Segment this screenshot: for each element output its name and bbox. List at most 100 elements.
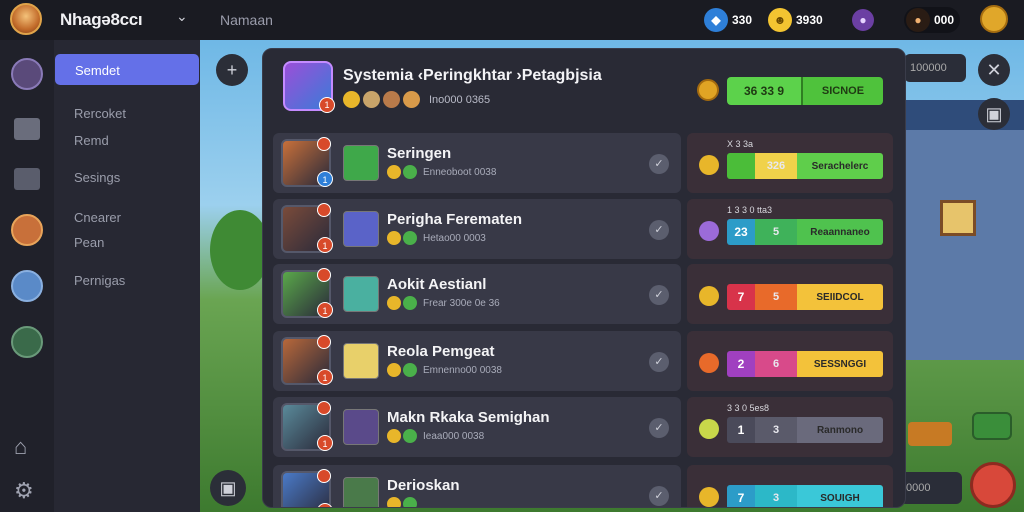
- reward-icon[interactable]: [972, 412, 1012, 440]
- player-name: Makn Rkaka Semighan: [387, 409, 550, 426]
- reward-count: 7: [727, 485, 755, 507]
- reward-value: 5: [755, 219, 797, 245]
- tree-decoration: [210, 210, 270, 290]
- reward-card[interactable]: 3 3 0 5es8 1 3 Ranmono: [687, 397, 893, 457]
- leaf-icon: [403, 429, 417, 443]
- token-currency[interactable]: ● 000: [904, 7, 961, 33]
- header-claim-bar[interactable]: 36 33 9 SICNOE: [727, 77, 883, 105]
- mail-icon[interactable]: [14, 168, 40, 190]
- sidebar-item[interactable]: Remd: [74, 133, 109, 148]
- action-fab-button[interactable]: [970, 462, 1016, 508]
- player-meta: Hetao00 0003: [423, 232, 486, 244]
- check-icon[interactable]: ✓: [649, 154, 669, 174]
- leaf-icon: [403, 231, 417, 245]
- guild-icon[interactable]: [11, 326, 43, 358]
- check-icon[interactable]: ✓: [649, 352, 669, 372]
- reward-value: 3: [755, 485, 797, 507]
- icon-rail: ⌂ ⚙: [0, 40, 54, 512]
- reward-count: 7: [727, 284, 755, 310]
- friend-avatar-icon[interactable]: [11, 270, 43, 302]
- reward-bar[interactable]: 7 3 SOUIGH: [727, 485, 883, 507]
- home-icon[interactable]: ⌂: [14, 434, 27, 460]
- player-meta: Enneoboot 0038: [423, 166, 497, 178]
- sidebar-item[interactable]: Rercoket: [74, 106, 126, 121]
- header-meta: Ino000 0365: [429, 93, 491, 106]
- check-icon[interactable]: ✓: [649, 486, 669, 506]
- reward-gem-icon: [699, 419, 719, 439]
- reward-count: 2: [727, 351, 755, 377]
- ranking-row[interactable]: 1 Reola Pemgeat Emnenno00 0038 ✓: [273, 331, 681, 391]
- reward-card[interactable]: 2 6 SESSNGGI: [687, 331, 893, 391]
- header-bar-value: 36 33 9: [727, 77, 801, 105]
- trash-icon[interactable]: ▣: [978, 98, 1010, 130]
- check-icon[interactable]: ✓: [649, 285, 669, 305]
- leaf-icon: [403, 165, 417, 179]
- sidebar-item[interactable]: Sesings: [74, 170, 120, 185]
- potion-icon: ●: [852, 9, 874, 31]
- hero-thumbnail: [343, 343, 379, 379]
- reward-count: 23: [727, 219, 755, 245]
- add-button[interactable]: +: [216, 54, 248, 86]
- chevron-down-icon[interactable]: ⌄: [176, 8, 188, 25]
- gear-icon[interactable]: ⚙: [14, 478, 34, 504]
- ranking-row[interactable]: 1Derioskan✓: [273, 465, 681, 507]
- coin-icon: [387, 429, 401, 443]
- sidebar-item[interactable]: Cnearer: [74, 210, 121, 225]
- potion-currency[interactable]: ●: [852, 7, 878, 33]
- reward-gem-icon: [699, 221, 719, 241]
- rank-badge: 1: [317, 302, 333, 318]
- pin-icon[interactable]: ✕: [978, 54, 1010, 86]
- game-info-pill[interactable]: 100000: [904, 54, 966, 82]
- coin-icon: [387, 363, 401, 377]
- reward-card[interactable]: 1 3 3 0 tta3 23 5 Reaannaneo: [687, 199, 893, 259]
- house-decoration: [900, 130, 1024, 360]
- reward-bar[interactable]: 23 5 Reaannaneo: [727, 219, 883, 245]
- reward-label: Ranmono: [797, 417, 883, 443]
- reward-bar[interactable]: 326 Serachelerc: [727, 153, 883, 179]
- reward-value: 5: [755, 284, 797, 310]
- reward-caption: X 3 3a: [727, 139, 754, 149]
- sign-decoration: [908, 422, 952, 446]
- ranking-row[interactable]: 1 Perigha Ferematen Hetao00 0003 ✓: [273, 199, 681, 259]
- gold-currency[interactable]: ☻ 3930: [768, 7, 823, 33]
- player-avatar[interactable]: [10, 3, 42, 35]
- gem-value: 330: [732, 13, 753, 27]
- rank-badge: 1: [317, 369, 333, 385]
- sidebar-item-active[interactable]: Semdet: [55, 54, 199, 85]
- coin-icon: [343, 91, 360, 108]
- document-icon[interactable]: [14, 118, 40, 140]
- reward-caption: 3 3 0 5es8: [727, 403, 770, 413]
- player-stats: Emnenno00 0038: [387, 363, 506, 377]
- gem-currency[interactable]: ◆ 330: [704, 7, 752, 33]
- rank-badge: 1: [317, 171, 333, 187]
- premium-coin-icon[interactable]: [980, 5, 1008, 33]
- reward-card[interactable]: 7 5 SEIIDCOL: [687, 264, 893, 324]
- reward-card[interactable]: X 3 3a 326 Serachelerc: [687, 133, 893, 193]
- reward-bar[interactable]: 1 3 Ranmono: [727, 417, 883, 443]
- sidebar-item[interactable]: Pernigas: [74, 273, 125, 288]
- reward-value: 326: [755, 153, 797, 179]
- reward-card[interactable]: 7 3 SOUIGH: [687, 465, 893, 507]
- check-icon[interactable]: ✓: [649, 418, 669, 438]
- sidebar-item[interactable]: Pean: [74, 235, 104, 250]
- ranking-row[interactable]: 1 Seringen Enneoboot 0038 ✓: [273, 133, 681, 193]
- ranking-row[interactable]: 1 Aokit Aestianl Frear 300e 0e 36 ✓: [273, 264, 681, 324]
- bag-icon[interactable]: ▣: [210, 470, 246, 506]
- reward-value: 3: [755, 417, 797, 443]
- reward-gem-icon: [699, 155, 719, 175]
- profile-icon[interactable]: [11, 58, 43, 90]
- hero-avatar-icon[interactable]: [11, 214, 43, 246]
- ranking-row[interactable]: 1 Makn Rkaka Semighan Ieaa000 0038 ✓: [273, 397, 681, 457]
- check-icon[interactable]: ✓: [649, 220, 669, 240]
- token-value: 000: [934, 13, 955, 27]
- reward-bar[interactable]: 2 6 SESSNGGI: [727, 351, 883, 377]
- reward-bar[interactable]: 7 5 SEIIDCOL: [727, 284, 883, 310]
- leaf-icon: [403, 497, 417, 507]
- reward-gem-icon: [699, 487, 719, 507]
- coin-icon: [387, 296, 401, 310]
- gem-icon: ◆: [704, 8, 728, 32]
- app-title: Nhagə8ccı: [60, 10, 143, 29]
- game-info-pill-bottom[interactable]: 0000: [900, 472, 962, 504]
- reward-caption: 1 3 3 0 tta3: [727, 205, 773, 215]
- hero-thumbnail: [343, 409, 379, 445]
